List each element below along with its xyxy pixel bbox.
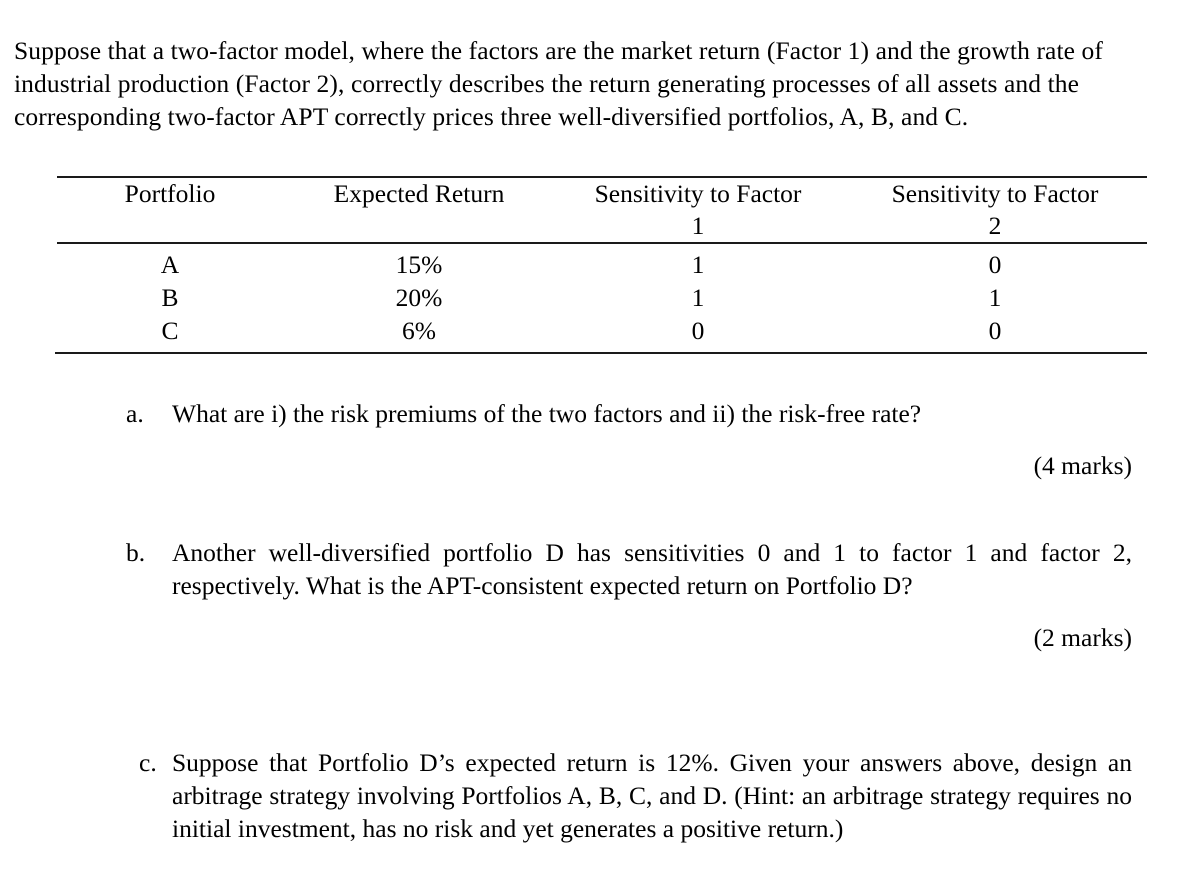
question-c-marker: c. xyxy=(139,748,157,777)
cell-expected-return: 20% xyxy=(395,283,443,312)
portfolio-table: Portfolio Expected Return Sensitivity to… xyxy=(55,178,1147,242)
question-a-marks: (4 marks) xyxy=(1033,451,1132,480)
cell-sensitivity-factor-2: 1 xyxy=(988,283,1002,312)
document-page: Suppose that a two-factor model, where t… xyxy=(0,0,1194,884)
question-b-marks: (2 marks) xyxy=(1033,623,1132,652)
column-header-sensitivity-factor-1-line2: 1 xyxy=(691,211,705,240)
table-header: Portfolio Expected Return Sensitivity to… xyxy=(55,178,1147,242)
portfolio-table-wrapper: Portfolio Expected Return Sensitivity to… xyxy=(55,176,1147,354)
cell-portfolio: C xyxy=(161,316,179,345)
question-c-row: c. Suppose that Portfolio D’s expected r… xyxy=(139,746,1132,845)
question-a-text: What are i) the risk premiums of the two… xyxy=(172,399,922,428)
intro-paragraph: Suppose that a two-factor model, where t… xyxy=(14,35,1103,131)
column-header-sensitivity-factor-2-line1: Sensitivity to Factor xyxy=(891,179,1099,208)
table-row: B 20% 1 1 xyxy=(55,281,1147,314)
cell-sensitivity-factor-1: 1 xyxy=(691,283,705,312)
table-rule-bottom xyxy=(55,352,1147,354)
question-item-c: c. Suppose that Portfolio D’s expected r… xyxy=(139,746,1132,845)
cell-sensitivity-factor-1: 0 xyxy=(691,316,705,345)
table-header-row: Portfolio Expected Return Sensitivity to… xyxy=(55,178,1147,242)
column-header-portfolio-line1: Portfolio xyxy=(124,179,216,208)
cell-expected-return: 15% xyxy=(395,250,443,279)
question-a-row: a. What are i) the risk premiums of the … xyxy=(126,397,1132,430)
column-header-sensitivity-factor-2-line2: 2 xyxy=(988,211,1002,240)
cell-sensitivity-factor-2: 0 xyxy=(988,316,1002,345)
table-body: A 15% 1 0 B 20% 1 1 C 6% 0 0 xyxy=(55,244,1147,352)
question-b-text: Another well-diversified portfolio D has… xyxy=(172,538,1132,600)
question-b-row: b. Another well-diversified portfolio D … xyxy=(126,536,1132,602)
cell-portfolio: B xyxy=(161,283,179,312)
column-header-expected-return: Expected Return xyxy=(285,178,553,242)
column-header-sensitivity-factor-1: Sensitivity to Factor 1 xyxy=(553,178,843,242)
table-row: A 15% 1 0 xyxy=(55,244,1147,281)
cell-sensitivity-factor-1: 1 xyxy=(691,250,705,279)
question-item-a: a. What are i) the risk premiums of the … xyxy=(126,397,1132,482)
question-item-b: b. Another well-diversified portfolio D … xyxy=(126,536,1132,654)
column-header-sensitivity-factor-1-line1: Sensitivity to Factor xyxy=(594,179,802,208)
column-header-sensitivity-factor-2: Sensitivity to Factor 2 xyxy=(843,178,1147,242)
cell-expected-return: 6% xyxy=(402,316,436,345)
question-a-marker: a. xyxy=(126,399,144,428)
table-row: C 6% 0 0 xyxy=(55,314,1147,352)
column-header-expected-return-line1: Expected Return xyxy=(333,179,505,208)
cell-sensitivity-factor-2: 0 xyxy=(988,250,1002,279)
question-b-marker: b. xyxy=(126,538,146,567)
cell-portfolio: A xyxy=(160,250,180,279)
portfolio-table-body-table: A 15% 1 0 B 20% 1 1 C 6% 0 0 xyxy=(55,244,1147,352)
column-header-portfolio: Portfolio xyxy=(55,178,285,242)
question-c-text: Suppose that Portfolio D’s expected retu… xyxy=(172,748,1132,843)
